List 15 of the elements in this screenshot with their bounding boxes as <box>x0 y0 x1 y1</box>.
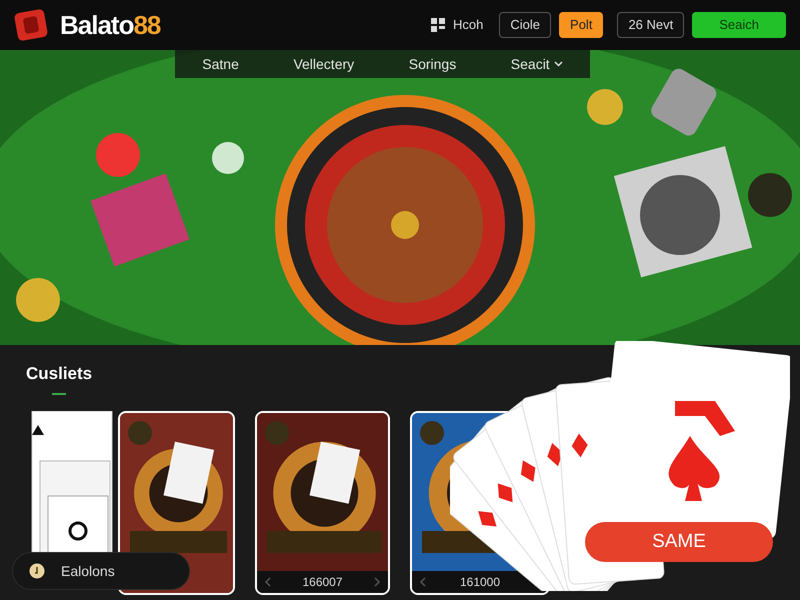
header-button[interactable]: Seaich <box>692 12 786 38</box>
section-title: Cusliets <box>26 363 94 385</box>
chip-label: Ealolons <box>61 562 115 580</box>
header-button[interactable]: 26 Nevt <box>617 12 684 38</box>
header-button[interactable]: Ciole <box>499 12 552 38</box>
grid-icon <box>431 18 446 32</box>
arrow-left-icon[interactable] <box>420 576 426 586</box>
header-button[interactable]: Polt <box>559 12 604 38</box>
game-count: 166007 <box>302 574 343 590</box>
chip-pill[interactable]: Ealolons <box>12 552 190 590</box>
user-link[interactable]: Hcoh <box>453 15 484 35</box>
coin-icon <box>29 563 45 579</box>
arrow-right-icon[interactable] <box>374 576 380 586</box>
brand-name: Balato88 <box>60 8 160 42</box>
arrow-left-icon[interactable] <box>265 576 271 586</box>
